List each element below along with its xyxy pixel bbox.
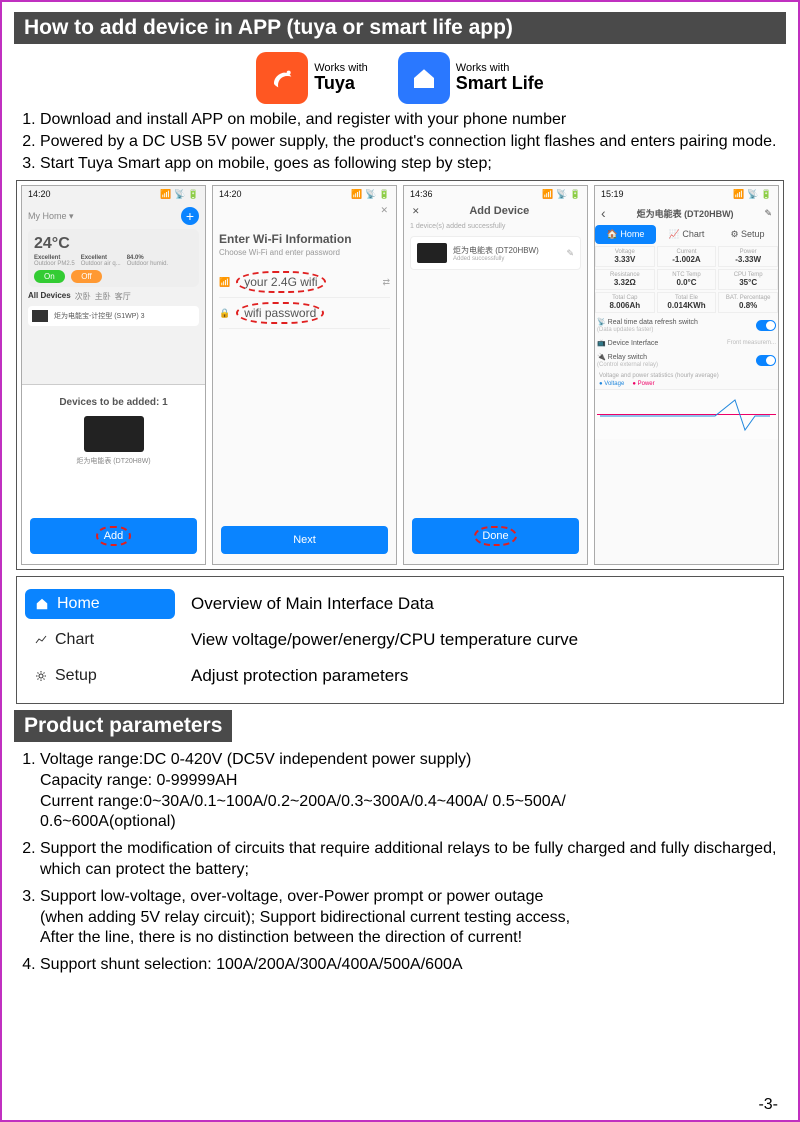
param-1: Voltage range:DC 0-420V (DC5V independen… [40, 750, 780, 833]
legend-setup-desc: Adjust protection parameters [191, 666, 408, 686]
p1-device-row[interactable]: 炬为电能宝-计控型 (S1WP) 3 [28, 306, 199, 326]
p3-device-card: 炬为电能表 (DT20HBW) Added successfully ✎ [410, 236, 581, 270]
add-icon[interactable]: + [181, 207, 199, 225]
swap-icon[interactable]: ⇄ [382, 277, 390, 288]
p2-pwd-field[interactable]: 🔒 wifi password [219, 298, 390, 329]
p4-legend-v: Voltage [604, 381, 624, 387]
param-list: Voltage range:DC 0-420V (DC5V independen… [20, 750, 780, 976]
toggle-refresh[interactable] [756, 320, 776, 331]
edit-icon[interactable]: ✎ [764, 208, 772, 219]
p3-devname: 炬为电能表 (DT20HBW) [453, 245, 539, 256]
gear-icon [35, 670, 47, 682]
p1-on-button[interactable]: On [34, 270, 65, 283]
toggle-relay[interactable] [756, 355, 776, 366]
legend-chart-label: Chart [55, 631, 94, 649]
legend-setup-pill: Setup [25, 661, 175, 691]
step-3: Start Tuya Smart app on mobile, goes as … [40, 154, 782, 174]
param-3: Support low-voltage, over-voltage, over-… [40, 887, 780, 949]
p4-tab-setup[interactable]: ⚙ Setup [717, 225, 778, 244]
p1-tab-all[interactable]: All Devices [28, 291, 71, 302]
p2-next-button[interactable]: Next [221, 526, 388, 554]
phone-1-home: 14:20 📶 📡 🔋 My Home ▾ + 24°C ExcellentOut… [21, 185, 206, 565]
p1-weather-card: 24°C ExcellentOutdoor PM2.5 ExcellentOut… [28, 229, 199, 287]
step-2: Powered by a DC USB 5V power supply, the… [40, 132, 782, 152]
legend-home-label: Home [57, 595, 100, 613]
phone-4-detail: 15:19📶 📡 🔋 ‹ 炬为电能表 (DT20HBW) ✎ 🏠 Home 📈 … [594, 185, 779, 565]
smartlife-icon [398, 52, 450, 104]
p2-status-icons: 📶 📡 🔋 [351, 189, 390, 200]
close-icon[interactable]: ✕ [213, 203, 396, 218]
p1-home-dropdown[interactable]: My Home ▾ [28, 211, 74, 222]
param-4: Support shunt selection: 100A/200A/300A/… [40, 955, 780, 976]
p1-status-icons: 📶 📡 🔋 [160, 189, 199, 200]
smartlife-logo-block: Works with Smart Life [398, 52, 544, 104]
p4-refresh-row: 📡 Real time data refresh switch(Data upd… [595, 315, 778, 336]
p4-interface-row[interactable]: 📺 Device Interface Front measurem... [595, 336, 778, 350]
p2-title: Enter Wi-Fi Information [219, 232, 390, 246]
p3-status-icons: 📶 📡 🔋 [542, 189, 581, 200]
p1-temp: 24°C [34, 235, 193, 253]
step-1: Download and install APP on mobile, and … [40, 110, 782, 130]
p1-off-button[interactable]: Off [71, 270, 102, 283]
smartlife-text: Works with Smart Life [456, 62, 544, 94]
p1-add-button[interactable]: Add [30, 518, 197, 554]
legend-chart-desc: View voltage/power/energy/CPU temperatur… [191, 630, 578, 650]
p3-time: 14:36 [410, 189, 433, 200]
tuya-logo-block: Works with Tuya [256, 52, 368, 104]
tuya-icon [256, 52, 308, 104]
tuya-name: Tuya [314, 73, 355, 93]
close-icon[interactable]: ✕ [412, 206, 420, 217]
p2-pwd-value: wifi password [236, 302, 324, 324]
legend-home-desc: Overview of Main Interface Data [191, 594, 434, 614]
p4-tab-home[interactable]: 🏠 Home [595, 225, 656, 244]
chart-icon [35, 634, 47, 646]
home-icon [35, 597, 49, 611]
p2-wifi-field[interactable]: 📶 your 2.4G wifi ⇄ [219, 267, 390, 298]
p3-thumb [417, 243, 447, 263]
tabs-legend: Home Overview of Main Interface Data Cha… [16, 576, 784, 704]
p2-subtitle: Choose Wi-Fi and enter password [219, 248, 390, 257]
p4-relay-row: 🔌 Relay switch(Control external relay) [595, 350, 778, 371]
p4-data-grid: Voltage3.33V Current-1.002A Power-3.33W … [595, 246, 778, 313]
app-logo-row: Works with Tuya Works with Smart Life [14, 52, 786, 104]
phone-screenshots: 14:20 📶 📡 🔋 My Home ▾ + 24°C ExcellentOut… [16, 180, 784, 570]
tuya-text: Works with Tuya [314, 62, 368, 94]
section-header-add-device: How to add device in APP (tuya or smart … [14, 12, 786, 44]
edit-icon[interactable]: ✎ [566, 248, 574, 259]
p4-time: 15:19 [601, 189, 624, 200]
p3-devsub: Added successfully [453, 256, 539, 262]
p3-done-button[interactable]: Done [412, 518, 579, 554]
p3-title: Add Device [420, 205, 579, 217]
p1-add-modal: Devices to be added: 1 炬为电能表 (DT20H8W) A… [22, 384, 205, 564]
phone-3-done: 14:36 📶 📡 🔋 ✕ Add Device 1 device(s) adde… [403, 185, 588, 565]
setup-steps: Download and install APP on mobile, and … [18, 110, 782, 174]
smartlife-name: Smart Life [456, 73, 544, 93]
phone-2-wifi: 14:20 📶 📡 🔋 ✕ Enter Wi-Fi Information Cho… [212, 185, 397, 565]
p4-legend-p: Power [638, 381, 655, 387]
p4-chart [595, 389, 778, 439]
legend-home-pill: Home [25, 589, 175, 619]
p1-time: 14:20 [28, 189, 51, 200]
p4-tab-chart[interactable]: 📈 Chart [656, 225, 717, 244]
p4-title: 炬为电能表 (DT20HBW) [606, 207, 765, 220]
p3-sub: 1 device(s) added successfully [410, 223, 581, 230]
p1-modal-devname: 炬为电能表 (DT20H8W) [30, 456, 197, 466]
p4-status-icons: 📶 📡 🔋 [733, 189, 772, 200]
p1-modal-title: Devices to be added: 1 [30, 397, 197, 408]
wifi-icon: 📶 [219, 277, 230, 288]
param-2: Support the modification of circuits tha… [40, 839, 780, 881]
p2-wifi-value: your 2.4G wifi [236, 271, 325, 293]
legend-setup-label: Setup [55, 667, 97, 685]
page-number: -3- [758, 1096, 778, 1114]
section-header-params: Product parameters [14, 710, 232, 742]
legend-chart-pill: Chart [25, 625, 175, 655]
p4-chart-title: Voltage and power statistics (hourly ave… [595, 371, 778, 381]
p1-device-thumb [84, 416, 144, 452]
lock-icon: 🔒 [219, 308, 230, 319]
p2-time: 14:20 [219, 189, 242, 200]
